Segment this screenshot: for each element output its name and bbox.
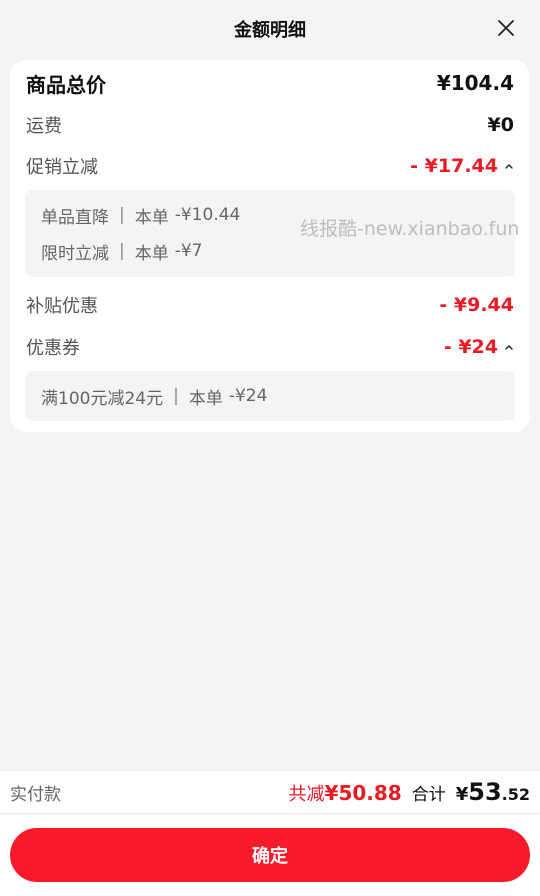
coupon-detail-name: 满100元减24元 bbox=[41, 388, 164, 409]
row-shipping: 运费 ¥0 bbox=[26, 112, 514, 138]
coupon-detail-box: 满100元减24元 | 本单 -¥24 bbox=[25, 371, 515, 421]
promo-detail-scope: 本单 bbox=[134, 243, 169, 264]
separator: | bbox=[173, 386, 179, 406]
promo-label: 促销立减 bbox=[26, 157, 98, 178]
chevron-up-icon[interactable] bbox=[504, 342, 514, 352]
confirm-button[interactable]: 确定 bbox=[10, 828, 530, 882]
shipping-value: ¥0 bbox=[487, 114, 514, 136]
amount-detail-card: 商品总价 ¥104.4 运费 ¥0 促销立减 - ¥17.44 单品直降 | 本… bbox=[10, 60, 530, 432]
discount-amount: ¥50.88 bbox=[324, 781, 402, 805]
promo-detail-name: 单品直降 bbox=[41, 207, 109, 228]
coupon-detail-line: 满100元减24元 | 本单 -¥24 bbox=[41, 378, 499, 414]
subsidy-value: - ¥9.44 bbox=[439, 294, 514, 316]
promo-detail-scope: 本单 bbox=[134, 207, 169, 228]
row-coupon[interactable]: 优惠券 - ¥24 bbox=[26, 334, 514, 360]
promo-detail-name: 限时立减 bbox=[41, 243, 109, 264]
payment-summary-bar: 实付款 共减¥50.88 合计 ¥53.52 bbox=[0, 770, 540, 814]
promo-value: - ¥17.44 bbox=[410, 155, 498, 177]
sum-amount: ¥53.52 bbox=[456, 778, 530, 806]
sum-label: 合计 bbox=[411, 785, 446, 805]
goods-total-value: ¥104.4 bbox=[436, 71, 514, 95]
shipping-label: 运费 bbox=[26, 116, 62, 137]
row-promo[interactable]: 促销立减 - ¥17.44 bbox=[26, 153, 514, 179]
total-discount: 共减¥50.88 bbox=[289, 780, 402, 806]
coupon-detail-amount: -¥24 bbox=[228, 386, 268, 406]
discount-prefix: 共减 bbox=[288, 784, 325, 805]
sheet-header: 金额明细 bbox=[0, 0, 540, 58]
promo-detail-amount: -¥7 bbox=[174, 241, 203, 261]
goods-total-label: 商品总价 bbox=[26, 72, 106, 97]
coupon-detail-scope: 本单 bbox=[188, 388, 223, 409]
page-title: 金额明细 bbox=[234, 20, 306, 41]
row-goods-total: 商品总价 ¥104.4 bbox=[26, 70, 514, 97]
coupon-value: - ¥24 bbox=[443, 336, 498, 358]
watermark: 线报酷-new.xianbao.fun bbox=[300, 218, 520, 240]
subsidy-label: 补贴优惠 bbox=[26, 296, 98, 317]
coupon-label: 优惠券 bbox=[26, 338, 80, 359]
separator: | bbox=[119, 205, 125, 225]
sum-integer: 53 bbox=[468, 778, 502, 806]
paid-label: 实付款 bbox=[10, 784, 61, 805]
separator: | bbox=[119, 241, 125, 261]
sum-currency: ¥ bbox=[455, 784, 469, 805]
chevron-up-icon[interactable] bbox=[504, 161, 514, 171]
close-icon[interactable] bbox=[494, 16, 518, 40]
sum-decimal: .52 bbox=[501, 785, 530, 804]
row-subsidy: 补贴优惠 - ¥9.44 bbox=[26, 292, 514, 318]
promo-detail-amount: -¥10.44 bbox=[174, 205, 241, 225]
